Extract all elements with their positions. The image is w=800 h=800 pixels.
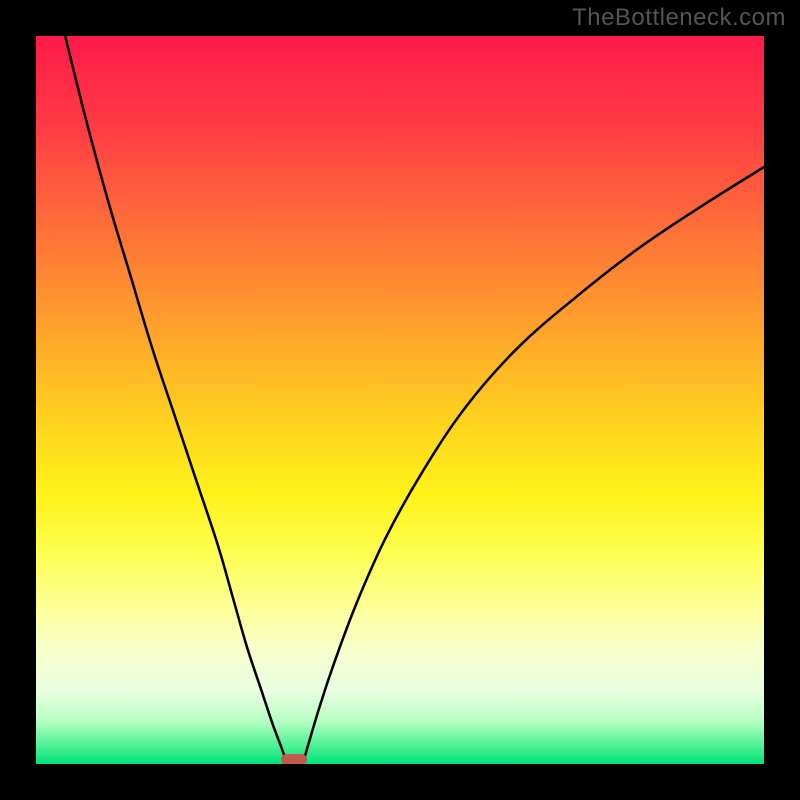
right-curve-path bbox=[304, 167, 764, 760]
curve-svg bbox=[36, 36, 764, 764]
plot-area bbox=[36, 36, 764, 764]
watermark-text: TheBottleneck.com bbox=[572, 4, 786, 32]
chart-frame: TheBottleneck.com bbox=[0, 0, 800, 800]
bottleneck-marker bbox=[281, 754, 307, 764]
left-curve-path bbox=[65, 36, 286, 760]
